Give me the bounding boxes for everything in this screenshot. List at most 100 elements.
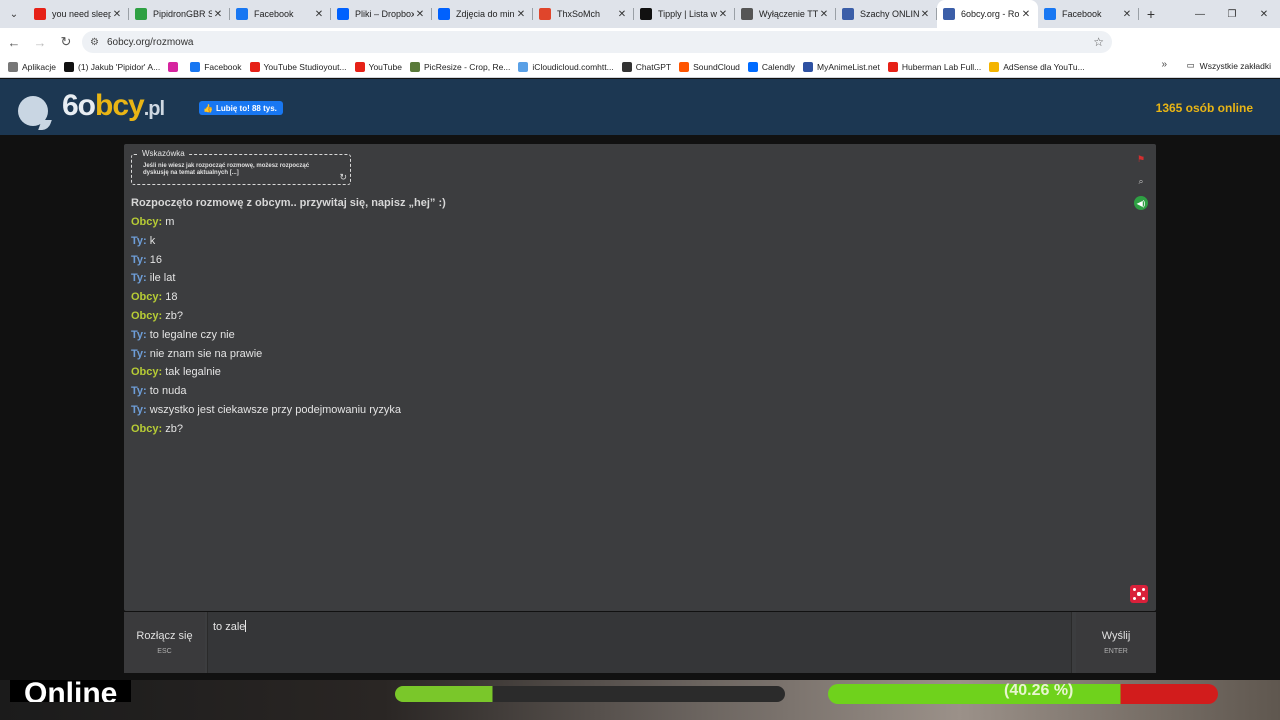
site-icon xyxy=(943,8,955,20)
bookmark-item[interactable] xyxy=(168,61,182,72)
message-text: nie znam sie na prawie xyxy=(149,347,263,360)
online-count: 1365 osób online xyxy=(1155,101,1253,115)
zoom-icon[interactable]: ⌕ xyxy=(1134,174,1148,188)
all-bookmarks-button[interactable]: ▭ Wszystkie zakładki xyxy=(1187,60,1271,71)
bookmark-label: Huberman Lab Full... xyxy=(901,61,982,72)
url-field[interactable]: ⚙ 6obcy.org/rozmowa ☆ xyxy=(82,31,1112,53)
browser-tab[interactable]: Zdjęcia do min ✕ xyxy=(432,0,533,28)
bookmark-item[interactable]: AdSense dla YouTu... xyxy=(989,61,1085,72)
close-tab-icon[interactable]: ✕ xyxy=(414,9,426,20)
browser-tab[interactable]: Pliki – Dropbox ✕ xyxy=(331,0,432,28)
sound-icon[interactable]: ◀) xyxy=(1134,196,1148,210)
browser-tab[interactable]: Wyłączenie TT ✕ xyxy=(735,0,836,28)
tab-title: Tipply | Lista w xyxy=(658,9,717,19)
browser-tab[interactable]: Szachy ONLINE ✕ xyxy=(836,0,937,28)
bookmark-item[interactable]: MyAnimeList.net xyxy=(803,61,880,72)
browser-tab[interactable]: Facebook ✕ xyxy=(1038,0,1139,28)
close-window-icon[interactable]: ✕ xyxy=(1248,0,1280,28)
hint-title: Wskazówka xyxy=(139,149,188,158)
tipply-icon xyxy=(640,8,652,20)
dice-icon[interactable] xyxy=(1130,585,1148,603)
tab-search-icon[interactable]: ⌄ xyxy=(0,0,28,28)
message-author: Obcy: xyxy=(131,291,163,304)
maximize-icon[interactable]: ❐ xyxy=(1216,0,1248,28)
bookmark-item[interactable]: Facebook xyxy=(190,61,242,72)
close-tab-icon[interactable]: ✕ xyxy=(313,9,325,20)
message-text: to legalne czy nie xyxy=(149,328,235,341)
bookmark-item[interactable]: iCloudicloud.comhtt... xyxy=(518,61,614,72)
message-author: Ty: xyxy=(131,272,147,285)
message-list: Obcy: m Ty: k Ty: 16 Ty: ile lat Obcy: 18 Obc… xyxy=(131,213,401,439)
message-author: Ty: xyxy=(131,328,147,341)
new-tab-button[interactable]: + xyxy=(1139,6,1163,22)
tab-title: Wyłączenie TT xyxy=(759,9,818,19)
browser-tab[interactable]: you need sleep ✕ xyxy=(28,0,129,28)
close-tab-icon[interactable]: ✕ xyxy=(717,9,729,20)
chevron-right-icon[interactable]: » xyxy=(1161,59,1167,70)
chat-bubble-icon xyxy=(18,96,48,126)
site-logo[interactable]: 6obcy.pl xyxy=(18,89,165,126)
bookmark-icon xyxy=(354,61,365,72)
minimize-icon[interactable]: — xyxy=(1184,0,1216,28)
bookmark-item[interactable]: Huberman Lab Full... xyxy=(887,61,982,72)
forward-icon[interactable]: → xyxy=(28,30,52,54)
dropbox-icon xyxy=(337,8,349,20)
bookmark-icon xyxy=(887,61,898,72)
bookmark-item[interactable]: YouTube xyxy=(354,61,402,72)
browser-tab[interactable]: Tipply | Lista w ✕ xyxy=(634,0,735,28)
url-text: 6obcy.org/rozmowa xyxy=(106,36,194,48)
message-text: wszystko jest ciekawsze przy podejmowani… xyxy=(149,403,402,416)
tab-strip: you need sleep ✕ PipidronGBR S ✕ Facebook ✕ Pl… xyxy=(28,0,1139,28)
facebook-icon xyxy=(236,8,248,20)
message-text: zb? xyxy=(165,422,183,435)
thumbs-up-icon: 👍 xyxy=(203,103,213,113)
message-author: Obcy: xyxy=(131,366,163,379)
bookmark-item[interactable]: PicResize - Crop, Re... xyxy=(409,61,510,72)
reload-icon[interactable]: ↻ xyxy=(54,30,78,54)
message-author: Obcy: xyxy=(131,309,163,322)
chat-message: Obcy: m xyxy=(131,213,401,232)
browser-tab[interactable]: 6obcy.org - Ro ✕ xyxy=(937,0,1038,28)
facebook-like-button[interactable]: 👍 Lubię to! 88 tys. xyxy=(199,101,283,115)
tab-title: Pliki – Dropbox xyxy=(355,9,414,19)
back-icon[interactable]: ← xyxy=(2,30,26,54)
close-tab-icon[interactable]: ✕ xyxy=(919,9,931,20)
message-input[interactable]: to zale xyxy=(207,612,1072,673)
send-button[interactable]: Wyślij ENTER xyxy=(1076,612,1156,673)
bookmarks-bar: Aplikacje (1) Jakub 'Pipidor' A... Faceboo… xyxy=(0,56,1280,78)
bookmark-icon xyxy=(989,61,1000,72)
bookmark-item[interactable]: Aplikacje xyxy=(8,61,56,72)
hint-refresh-icon[interactable]: ↻ xyxy=(339,172,347,183)
browser-tab[interactable]: PipidronGBR S ✕ xyxy=(129,0,230,28)
bookmark-item[interactable]: (1) Jakub 'Pipidor' A... xyxy=(64,61,160,72)
report-flag-icon[interactable]: ⚑ xyxy=(1134,152,1148,166)
bookmark-item[interactable]: ChatGPT xyxy=(621,61,671,72)
close-tab-icon[interactable]: ✕ xyxy=(1020,9,1032,20)
browser-tab[interactable]: ThxSoMch ✕ xyxy=(533,0,634,28)
overlay-online-text: Online xyxy=(10,680,132,702)
site-info-icon[interactable]: ⚙ xyxy=(90,37,99,48)
bookmark-item[interactable]: SoundCloud xyxy=(679,61,740,72)
message-text: to nuda xyxy=(149,385,187,398)
facebook-like-label: Lubię to! 88 tys. xyxy=(215,103,277,113)
bookmark-label: Calendly xyxy=(761,61,795,72)
bookmark-star-icon[interactable]: ☆ xyxy=(1093,35,1104,49)
close-tab-icon[interactable]: ✕ xyxy=(111,9,123,20)
disconnect-button[interactable]: Rozłącz się ESC xyxy=(124,612,205,673)
bookmark-item[interactable]: YouTube Studioyout... xyxy=(249,61,347,72)
message-text: zb? xyxy=(165,309,183,322)
close-tab-icon[interactable]: ✕ xyxy=(818,9,830,20)
hint-text: Jeśli nie wiesz jak rozpocząć rozmowę, m… xyxy=(143,163,310,176)
close-tab-icon[interactable]: ✕ xyxy=(1121,9,1133,20)
message-text: m xyxy=(165,216,175,228)
hint-box: Wskazówka Jeśli nie wiesz jak rozpocząć … xyxy=(131,149,351,185)
disconnect-shortcut: ESC xyxy=(157,648,172,655)
browser-tab[interactable]: Facebook ✕ xyxy=(230,0,331,28)
tab-title: Zdjęcia do min xyxy=(456,9,515,19)
close-tab-icon[interactable]: ✕ xyxy=(616,9,628,20)
bookmark-item[interactable]: Calendly xyxy=(747,61,795,72)
close-tab-icon[interactable]: ✕ xyxy=(212,9,224,20)
close-tab-icon[interactable]: ✕ xyxy=(515,9,527,20)
chat-intro-text: Rozpoczęto rozmowę z obcym.. przywitaj s… xyxy=(131,197,446,209)
send-label: Wyślij xyxy=(1101,630,1131,642)
